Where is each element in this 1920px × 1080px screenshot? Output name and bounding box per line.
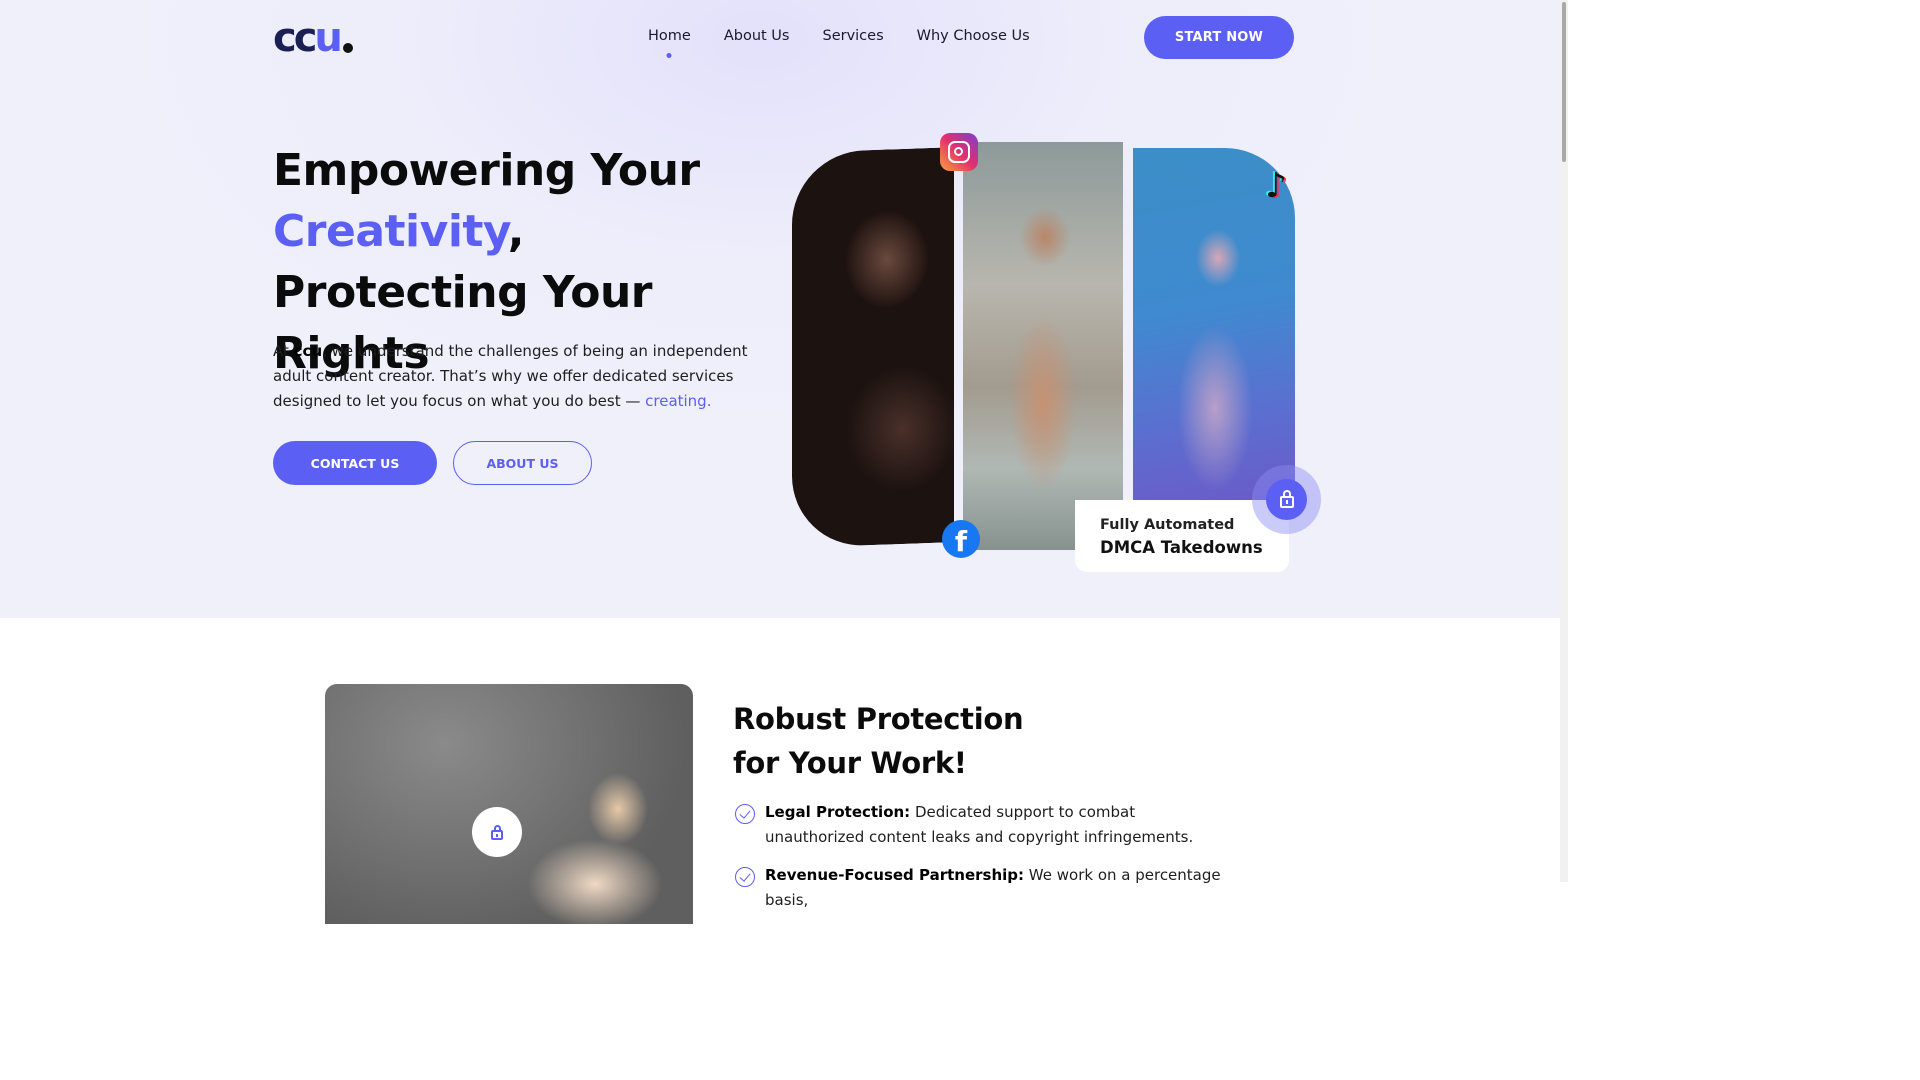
dmca-badge-line2: DMCA Takedowns xyxy=(1100,538,1263,557)
tiktok-icon: ♪ xyxy=(1265,166,1287,206)
check-circle-icon xyxy=(735,867,755,887)
hero-section: ccu Home About Us Services Why Choose Us… xyxy=(0,0,1560,618)
lead-brand: ccu xyxy=(293,342,323,360)
feature-item: Legal Protection: Dedicated support to c… xyxy=(735,800,1235,850)
feature-item: Revenue-Focused Partnership: We work on … xyxy=(735,863,1235,913)
lock-badge xyxy=(1252,465,1321,534)
hero-title-part1: Empowering Your xyxy=(273,145,700,196)
creator-photo-1 xyxy=(792,147,954,548)
check-circle-icon xyxy=(735,804,755,824)
nav-item-why-choose-us[interactable]: Why Choose Us xyxy=(917,28,1030,44)
lead-link[interactable]: creating. xyxy=(645,392,711,410)
creator-photo-2 xyxy=(963,142,1123,550)
hero-lead: At ccu, we understand the challenges of … xyxy=(273,339,753,414)
instagram-icon xyxy=(940,133,978,171)
logo-text-accent: u xyxy=(314,15,343,61)
about-us-button[interactable]: ABOUT US xyxy=(453,441,592,485)
protection-title: Robust Protection for Your Work! xyxy=(733,702,1024,780)
lock-icon xyxy=(491,824,503,840)
start-now-button[interactable]: START NOW xyxy=(1144,16,1294,59)
protection-lock-badge xyxy=(472,807,522,857)
logo-text-dark: cc xyxy=(273,15,317,61)
feature-title: Legal Protection: xyxy=(765,803,911,821)
nav-item-home[interactable]: Home xyxy=(648,28,691,44)
nav-item-about-us[interactable]: About Us xyxy=(724,28,790,44)
protection-photo xyxy=(325,684,693,924)
logo-dot xyxy=(342,43,353,53)
feature-title: Revenue-Focused Partnership: xyxy=(765,866,1025,884)
lock-icon xyxy=(1279,490,1294,508)
hero-title-accent: Creativity xyxy=(273,206,508,257)
nav-item-services[interactable]: Services xyxy=(822,28,883,44)
main-nav: Home About Us Services Why Choose Us xyxy=(648,28,1030,44)
contact-us-button[interactable]: CONTACT US xyxy=(273,441,437,485)
facebook-icon: f xyxy=(942,520,980,558)
scrollbar[interactable] xyxy=(1560,0,1568,882)
lead-prefix: At xyxy=(273,342,294,360)
logo[interactable]: ccu xyxy=(273,18,353,58)
scrollbar-thumb[interactable] xyxy=(1562,2,1566,162)
